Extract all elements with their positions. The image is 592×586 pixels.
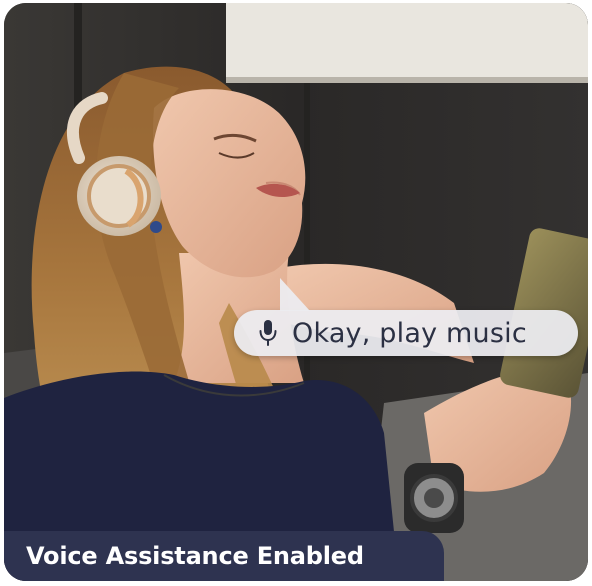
photo-frame: Okay, play music Voice Assistance Enable… <box>4 3 588 581</box>
voice-command-text: Okay, play music <box>292 317 527 349</box>
feature-banner: Voice Assistance Enabled <box>4 531 444 581</box>
voice-command-bubble: Okay, play music <box>234 278 578 356</box>
microphone-icon <box>259 320 277 346</box>
bubble-tail <box>280 278 310 311</box>
feature-banner-text: Voice Assistance Enabled <box>26 542 364 570</box>
